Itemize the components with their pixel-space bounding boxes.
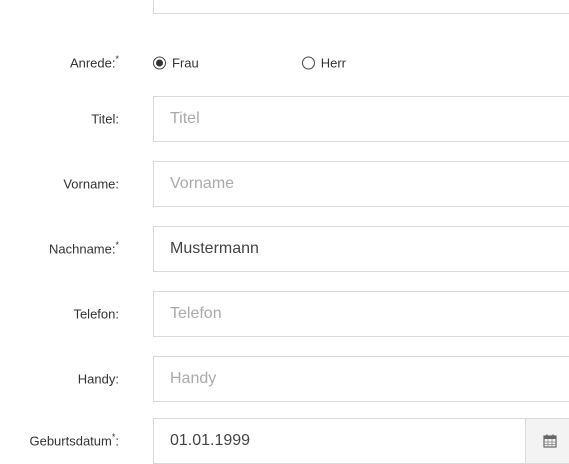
mobile-label: Handy: <box>77 371 119 387</box>
phone-row: Telefon: <box>0 291 569 337</box>
birthdate-input[interactable] <box>153 418 531 464</box>
radio-herr[interactable]: Herr <box>301 55 347 71</box>
birthdate-row: Geburtsdatum*: <box>0 418 569 464</box>
calendar-icon <box>543 434 557 448</box>
radio-herr-unselected-icon[interactable] <box>301 56 315 70</box>
last-name-row: Nachname:* <box>0 226 569 272</box>
first-name-input[interactable] <box>153 161 569 207</box>
radio-herr-label: Herr <box>320 55 347 71</box>
salutation-radio-group: Frau Herr <box>153 56 346 71</box>
birthdate-label: Geburtsdatum*: <box>29 432 119 449</box>
radio-frau-label: Frau <box>172 55 199 71</box>
last-name-input[interactable] <box>153 226 569 272</box>
first-name-label: Vorname: <box>63 176 119 192</box>
radio-frau[interactable]: Frau <box>153 56 199 71</box>
mobile-input[interactable] <box>153 356 569 402</box>
title-row: Titel: <box>0 96 569 142</box>
radio-frau-selected-icon[interactable] <box>153 56 166 70</box>
last-name-label: Nachname:* <box>49 240 119 257</box>
date-picker-button[interactable] <box>525 418 569 464</box>
phone-input[interactable] <box>153 291 569 337</box>
first-name-row: Vorname: <box>0 161 569 207</box>
mobile-row: Handy: <box>0 356 569 402</box>
salutation-row: Anrede:* Frau Herr <box>0 40 569 86</box>
phone-label: Telefon: <box>73 306 119 322</box>
title-input[interactable] <box>153 96 569 142</box>
previous-field[interactable] <box>153 0 569 14</box>
salutation-label: Anrede:* <box>69 54 119 71</box>
title-label: Titel: <box>91 111 119 127</box>
